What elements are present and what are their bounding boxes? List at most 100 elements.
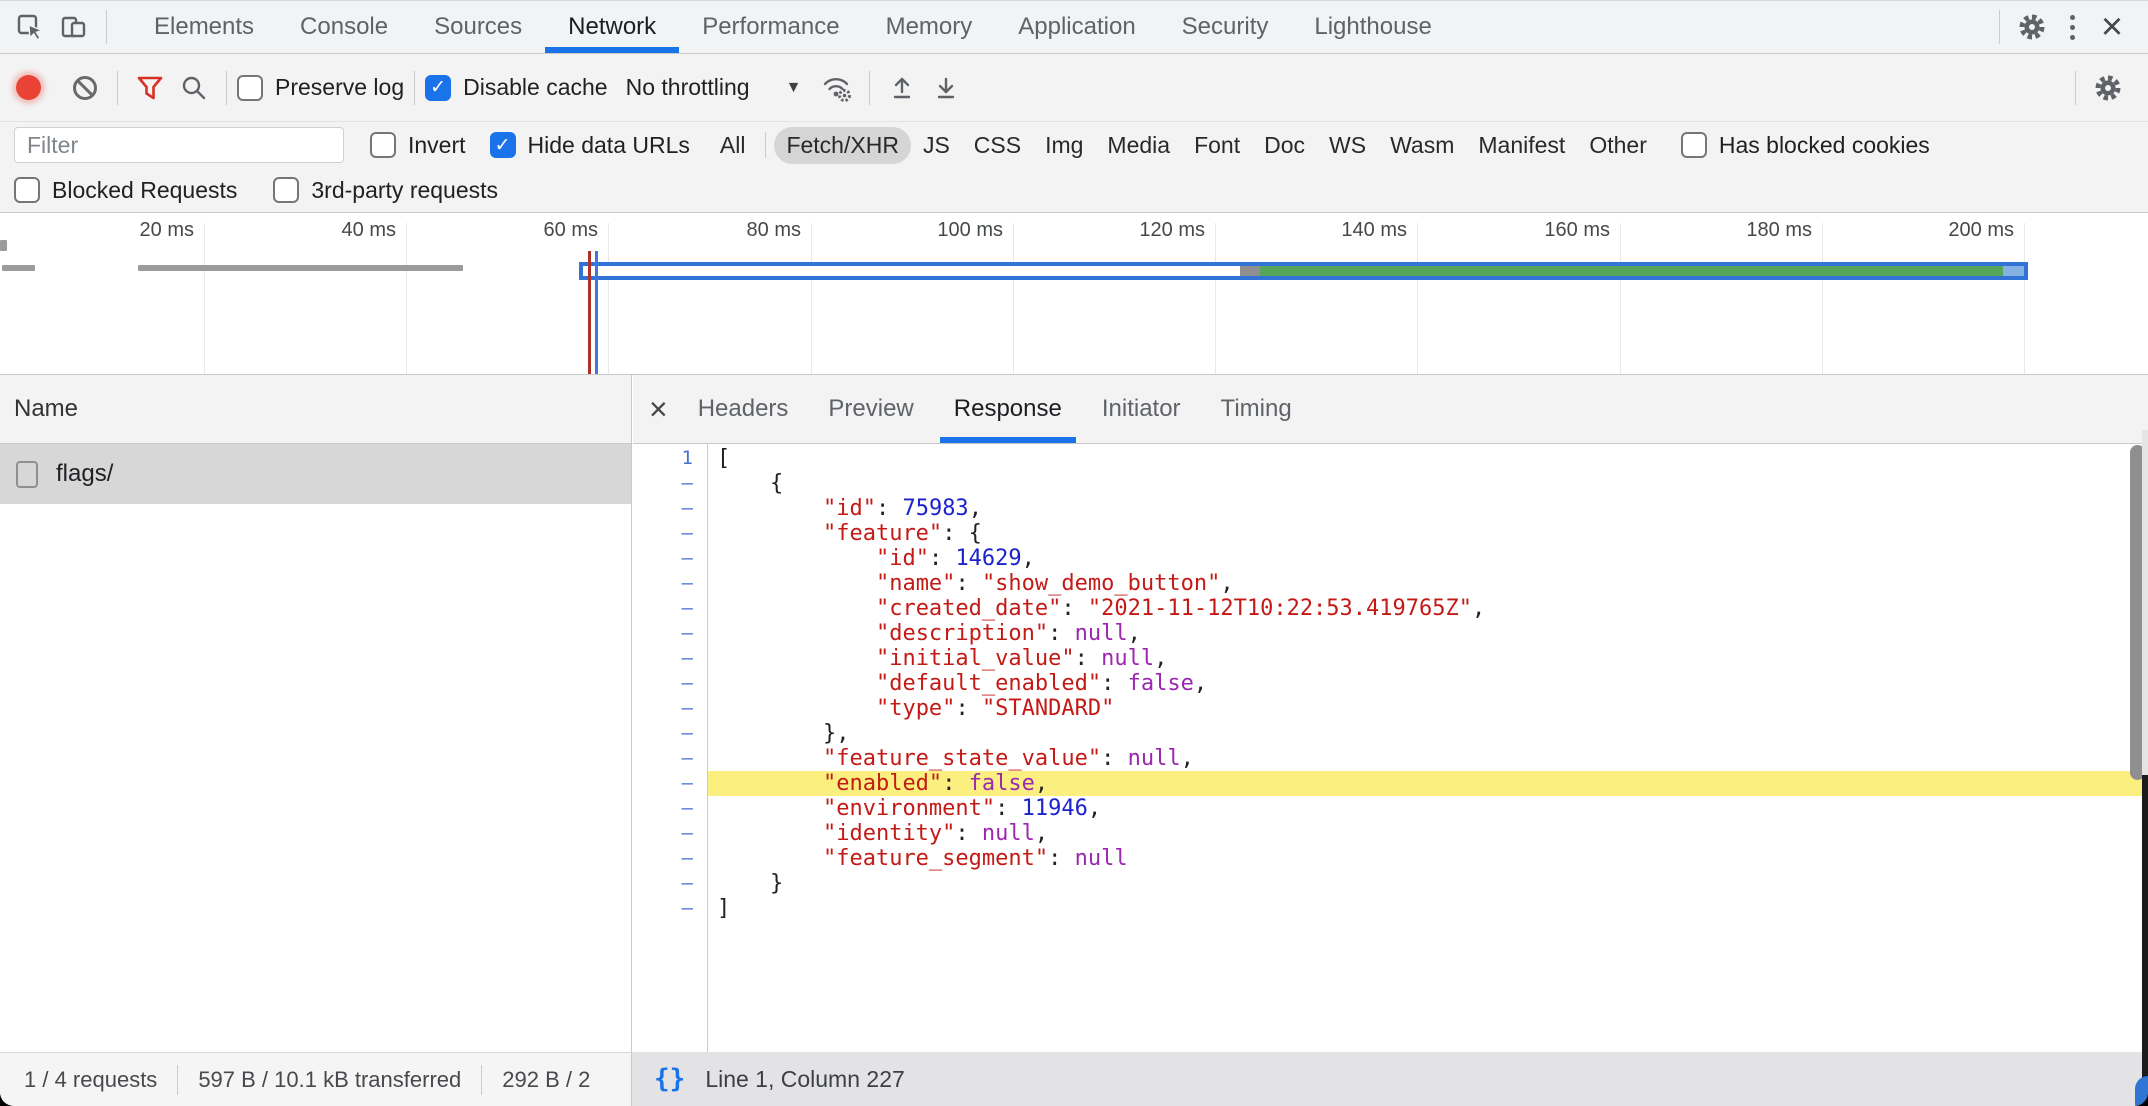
checkbox-checked: ✓	[490, 132, 516, 158]
tab-application[interactable]: Application	[995, 1, 1158, 53]
gutter-marker: –	[633, 596, 707, 621]
network-overview-timeline[interactable]: 20 ms40 ms60 ms80 ms100 ms120 ms140 ms16…	[0, 213, 2148, 375]
has-blocked-cookies-label: Has blocked cookies	[1719, 132, 1930, 159]
network-conditions-button[interactable]	[815, 66, 859, 110]
filter-type-font[interactable]: Font	[1182, 127, 1252, 164]
filter-funnel-icon	[135, 74, 165, 102]
throttling-select[interactable]: No throttling ▼	[626, 74, 802, 101]
ruler-gridline	[406, 223, 407, 374]
filter-type-other[interactable]: Other	[1577, 127, 1659, 164]
code-text: "id": 14629,	[707, 546, 2148, 571]
code-line: – "initial_value": null,	[633, 646, 2148, 671]
ruler-gridline	[2024, 223, 2025, 374]
filter-input[interactable]	[14, 127, 344, 163]
gutter-marker: –	[633, 821, 707, 846]
search-button[interactable]	[172, 66, 216, 110]
code-line: – "description": null,	[633, 621, 2148, 646]
invert-checkbox[interactable]: Invert	[370, 132, 466, 159]
checkbox-unchecked	[273, 177, 299, 203]
tab-performance[interactable]: Performance	[679, 1, 862, 53]
filter-type-fetch-xhr[interactable]: Fetch/XHR	[774, 127, 910, 164]
detail-tab-timing[interactable]: Timing	[1201, 375, 1312, 443]
code-text: [	[707, 446, 2148, 471]
import-har-button[interactable]	[880, 66, 924, 110]
gutter-marker: –	[633, 896, 707, 921]
code-line: – "environment": 11946,	[633, 796, 2148, 821]
tab-sources[interactable]: Sources	[411, 1, 545, 53]
gutter-marker: –	[633, 471, 707, 496]
hide-data-urls-checkbox[interactable]: ✓ Hide data URLs	[490, 132, 690, 159]
ruler-tick-label: 100 ms	[883, 219, 1003, 242]
code-text: "name": "show_demo_button",	[707, 571, 2148, 596]
record-button[interactable]	[16, 75, 41, 100]
filter-type-manifest[interactable]: Manifest	[1466, 127, 1577, 164]
request-row-flags[interactable]: flags/	[0, 444, 631, 504]
inspect-element-button[interactable]	[8, 5, 52, 49]
network-settings-button[interactable]	[2086, 66, 2130, 110]
gutter-marker: –	[633, 621, 707, 646]
ruler-tick-label: 180 ms	[1692, 219, 1812, 242]
has-blocked-cookies-checkbox[interactable]: Has blocked cookies	[1681, 132, 1930, 159]
tab-console[interactable]: Console	[277, 1, 411, 53]
overview-request-bar	[138, 265, 463, 271]
detail-tab-headers[interactable]: Headers	[678, 375, 809, 443]
filter-type-css[interactable]: CSS	[962, 127, 1033, 164]
filter-toggle-button[interactable]	[128, 66, 172, 110]
request-name: flags/	[56, 460, 113, 488]
close-detail-button[interactable]: ×	[633, 391, 678, 428]
disable-cache-checkbox[interactable]: ✓ Disable cache	[425, 74, 607, 101]
more-options-button[interactable]	[2054, 15, 2090, 40]
detail-tab-response[interactable]: Response	[934, 375, 1082, 443]
device-toolbar-button[interactable]	[52, 5, 96, 49]
ruler-gridline	[608, 223, 609, 374]
gutter-marker: 1	[633, 446, 707, 471]
filter-type-js[interactable]: JS	[911, 127, 962, 164]
filter-type-doc[interactable]: Doc	[1252, 127, 1317, 164]
ruler-tick-label: 80 ms	[681, 219, 801, 242]
code-line: – },	[633, 721, 2148, 746]
export-har-button[interactable]	[924, 66, 968, 110]
line-column-indicator: Line 1, Column 227	[705, 1066, 904, 1093]
overview-selected-request-bar	[579, 262, 2028, 280]
invert-label: Invert	[408, 132, 466, 159]
gutter-marker: –	[633, 746, 707, 771]
ruler-gridline	[1013, 223, 1014, 374]
tab-elements[interactable]: Elements	[131, 1, 277, 53]
code-line: – "name": "show_demo_button",	[633, 571, 2148, 596]
divider	[765, 132, 766, 158]
preserve-log-checkbox[interactable]: Preserve log	[237, 74, 404, 101]
detail-tab-initiator[interactable]: Initiator	[1082, 375, 1201, 443]
detail-tab-preview[interactable]: Preview	[808, 375, 933, 443]
request-detail-pane: × HeadersPreviewResponseInitiatorTiming …	[633, 375, 2148, 1052]
filter-type-ws[interactable]: WS	[1317, 127, 1378, 164]
format-braces-icon[interactable]: {}	[654, 1064, 685, 1094]
ruler-tick-label: 20 ms	[74, 219, 194, 242]
tab-security[interactable]: Security	[1159, 1, 1292, 53]
settings-button[interactable]	[2010, 5, 2054, 49]
tab-network[interactable]: Network	[545, 1, 679, 53]
tab-lighthouse[interactable]: Lighthouse	[1291, 1, 1454, 53]
request-table: Name flags/	[0, 375, 632, 1052]
filter-type-img[interactable]: Img	[1033, 127, 1095, 164]
code-line: – {	[633, 471, 2148, 496]
filter-type-all[interactable]: All	[708, 127, 758, 164]
code-line: – "feature_segment": null	[633, 846, 2148, 871]
code-text: "initial_value": null,	[707, 646, 2148, 671]
response-viewer: 1[– {– "id": 75983,– "feature": {– "id":…	[633, 444, 2148, 1052]
filter-type-wasm[interactable]: Wasm	[1378, 127, 1466, 164]
clear-requests-button[interactable]	[63, 66, 107, 110]
page-edge-strip	[2142, 430, 2148, 775]
ruler-tick-label: 140 ms	[1287, 219, 1407, 242]
filter-type-media[interactable]: Media	[1095, 127, 1182, 164]
code-text: "description": null,	[707, 621, 2148, 646]
code-line: – "enabled": false,	[633, 771, 2148, 796]
code-text: ]	[707, 896, 2148, 921]
tab-memory[interactable]: Memory	[863, 1, 996, 53]
blocked-requests-checkbox[interactable]: Blocked Requests	[14, 177, 237, 204]
third-party-requests-checkbox[interactable]: 3rd-party requests	[273, 177, 498, 204]
overview-request-bar	[0, 240, 7, 251]
checkbox-unchecked	[370, 132, 396, 158]
close-devtools-button[interactable]: ×	[2090, 5, 2134, 49]
devtools-window: ElementsConsoleSourcesNetworkPerformance…	[0, 0, 2148, 1106]
column-header-name[interactable]: Name	[0, 375, 631, 444]
